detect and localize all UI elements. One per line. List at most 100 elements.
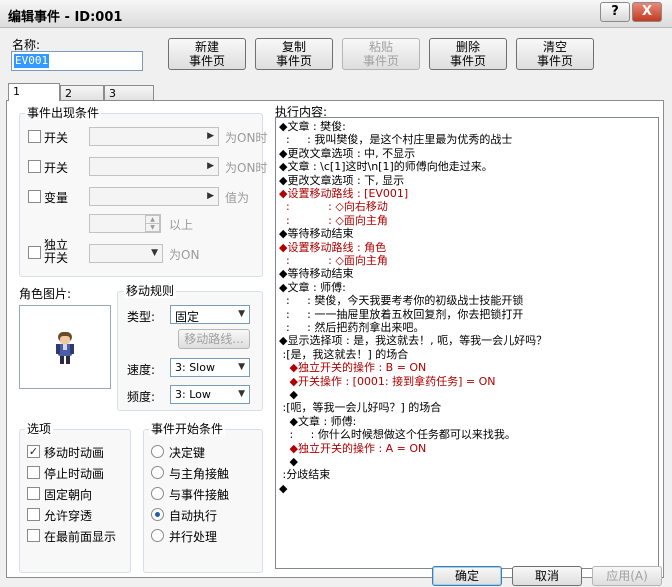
conditions-group-label: 事件出现条件	[25, 106, 102, 120]
trigger-radio[interactable]	[151, 508, 164, 521]
tab-3[interactable]: 3	[104, 85, 154, 100]
variable-suffix: 值为	[225, 191, 250, 205]
trigger-label: 决定键	[169, 446, 206, 460]
new-page-button[interactable]: 新建 事件页	[168, 38, 246, 70]
chevron-right-icon: ▶	[207, 191, 214, 201]
switch1-label: 开关	[44, 131, 69, 145]
option-label: 停止时动画	[44, 467, 105, 481]
move-freq-select[interactable]: 3: Low ▼	[170, 385, 250, 404]
command-line[interactable]: :[呃，等我一会儿好吗？] 的场合	[279, 401, 441, 414]
copy-page-button[interactable]: 复制 事件页	[255, 38, 333, 70]
option-checkbox[interactable]	[27, 487, 40, 500]
option-checkbox[interactable]: ✓	[27, 445, 40, 458]
chevron-right-icon: ▶	[207, 131, 214, 141]
switch2-label: 开关	[44, 161, 69, 175]
command-line[interactable]: : : 然后把药剂拿出来吧。	[279, 321, 424, 334]
command-line[interactable]: ◆文章 : \c[1]这时\n[1]的师傅向他走过来。	[279, 160, 493, 173]
command-line[interactable]: :[是，我这就去！] 的场合	[279, 348, 408, 361]
command-line[interactable]: ◆开关操作 : [0001: 接到拿药任务] = ON	[279, 375, 495, 388]
help-button[interactable]: ?	[600, 2, 630, 22]
command-line[interactable]: : : 樊俊，今天我要考考你的初级战士技能开锁	[279, 294, 523, 307]
trigger-label: 并行处理	[169, 530, 218, 544]
chevron-down-icon: ▼	[238, 309, 245, 319]
trigger-radio[interactable]	[151, 487, 164, 500]
name-input[interactable]: EV001	[11, 51, 143, 71]
command-line[interactable]: ◆文章 : 樊俊:	[279, 120, 346, 133]
tab-2[interactable]: 2	[60, 85, 104, 100]
trigger-radio[interactable]	[151, 445, 164, 458]
self-switch-checkbox[interactable]	[28, 246, 41, 259]
move-type-select[interactable]: 固定 ▼	[170, 305, 250, 324]
move-type-value: 固定	[175, 310, 200, 324]
cancel-button[interactable]: 取消	[512, 566, 582, 586]
switch2-checkbox[interactable]	[28, 160, 41, 173]
ok-button[interactable]: 确定	[432, 566, 502, 586]
apply-button[interactable]: 应用(A)	[592, 566, 662, 586]
variable-select[interactable]: ▶	[89, 187, 219, 206]
command-line[interactable]: : : 你什么时候想做这个任务都可以来找我。	[279, 428, 515, 441]
option-label: 在最前面显示	[44, 530, 117, 544]
option-checkbox[interactable]	[27, 508, 40, 521]
self-switch-label: 独立 开关	[44, 238, 69, 265]
paste-page-button[interactable]: 粘贴 事件页	[342, 38, 420, 70]
switch1-checkbox[interactable]	[28, 130, 41, 143]
clear-page-label: 清空 事件页	[536, 40, 573, 68]
graphic-preview[interactable]	[19, 305, 111, 389]
chevron-right-icon: ▶	[207, 161, 214, 171]
self-switch-suffix: 为ON	[169, 248, 200, 262]
self-switch-select[interactable]: ▼	[89, 244, 163, 263]
command-line[interactable]: ◆文章 : 师傅:	[279, 281, 346, 294]
delete-page-button[interactable]: 删除 事件页	[429, 38, 507, 70]
move-type-label: 类型:	[127, 310, 156, 324]
trigger-radio[interactable]	[151, 466, 164, 479]
trigger-label: 自动执行	[169, 509, 218, 523]
command-line[interactable]: ◆独立开关的操作 : B = ON	[279, 361, 426, 374]
command-line[interactable]: : : 一一抽屉里放着五枚回复剂，你去把锁打开	[279, 308, 523, 321]
option-label: 允许穿透	[44, 509, 93, 523]
variable-checkbox[interactable]	[28, 190, 41, 203]
command-list[interactable]: ◆文章 : 樊俊: : : 我叫樊俊，是这个村庄里最为优秀的战士 ◆更改文章选项 …	[275, 117, 659, 569]
switch1-select[interactable]: ▶	[89, 127, 219, 146]
variable-value-spinner[interactable]: ▲ ▼	[89, 214, 161, 233]
title-bar: 编辑事件 - ID:001 ? X	[0, 0, 672, 28]
command-line[interactable]: :分歧结束	[279, 468, 330, 481]
command-line[interactable]: ◆显示选择项 : 是，我这就去！, 呃，等我一会儿好吗？	[279, 334, 547, 347]
clear-page-button[interactable]: 清空 事件页	[516, 38, 594, 70]
move-speed-select[interactable]: 3: Slow ▼	[170, 358, 250, 377]
command-line[interactable]: ◆	[279, 455, 297, 468]
new-page-label: 新建 事件页	[188, 40, 225, 68]
command-line[interactable]: ◆设置移动路线 : 角色	[279, 241, 386, 254]
move-route-button[interactable]: 移动路线...	[178, 329, 250, 349]
trigger-radio[interactable]	[151, 529, 164, 542]
options-group-label: 选项	[25, 422, 54, 436]
spin-down-icon[interactable]: ▼	[145, 223, 160, 232]
command-line[interactable]: : : 我叫樊俊，是这个村庄里最为优秀的战士	[279, 133, 512, 146]
command-line[interactable]: : : ◇面向主角	[279, 214, 388, 227]
option-checkbox[interactable]	[27, 529, 40, 542]
command-line[interactable]: ◆	[279, 388, 297, 401]
switch2-select[interactable]: ▶	[89, 157, 219, 176]
trigger-group-label: 事件开始条件	[149, 422, 226, 436]
command-line[interactable]: ◆	[279, 482, 287, 495]
move-speed-value: 3: Slow	[175, 361, 215, 374]
command-line[interactable]: : : ◇面向主角	[279, 254, 388, 267]
option-checkbox[interactable]	[27, 466, 40, 479]
window-title: 编辑事件 - ID:001	[8, 10, 123, 25]
command-line[interactable]: ◆等待移动结束	[279, 267, 353, 280]
tab-panel: 事件出现条件 开关 ▶ 为ON时 开关 ▶ 为ON时 变量 ▶ 值为 ▲ ▼ 以…	[6, 100, 664, 578]
switch1-suffix: 为ON时	[225, 131, 268, 145]
command-line[interactable]: ◆更改文章选项 : 中, 不显示	[279, 147, 415, 160]
delete-page-label: 删除 事件页	[449, 40, 486, 68]
command-line[interactable]: ◆更改文章选项 : 下, 显示	[279, 174, 404, 187]
command-line[interactable]: ◆文章 : 师傅:	[279, 415, 356, 428]
command-line[interactable]: ◆设置移动路线 : [EV001]	[279, 187, 408, 200]
command-line[interactable]: ◆独立开关的操作 : A = ON	[279, 442, 426, 455]
close-button[interactable]: X	[632, 2, 662, 22]
command-line[interactable]: : : ◇向右移动	[279, 200, 388, 213]
paste-page-label: 粘贴 事件页	[362, 40, 399, 68]
chevron-down-icon: ▼	[151, 248, 158, 258]
move-freq-value: 3: Low	[175, 388, 211, 401]
move-freq-label: 频度:	[127, 390, 156, 404]
tab-1[interactable]: 1	[8, 83, 60, 101]
command-line[interactable]: ◆等待移动结束	[279, 227, 353, 240]
